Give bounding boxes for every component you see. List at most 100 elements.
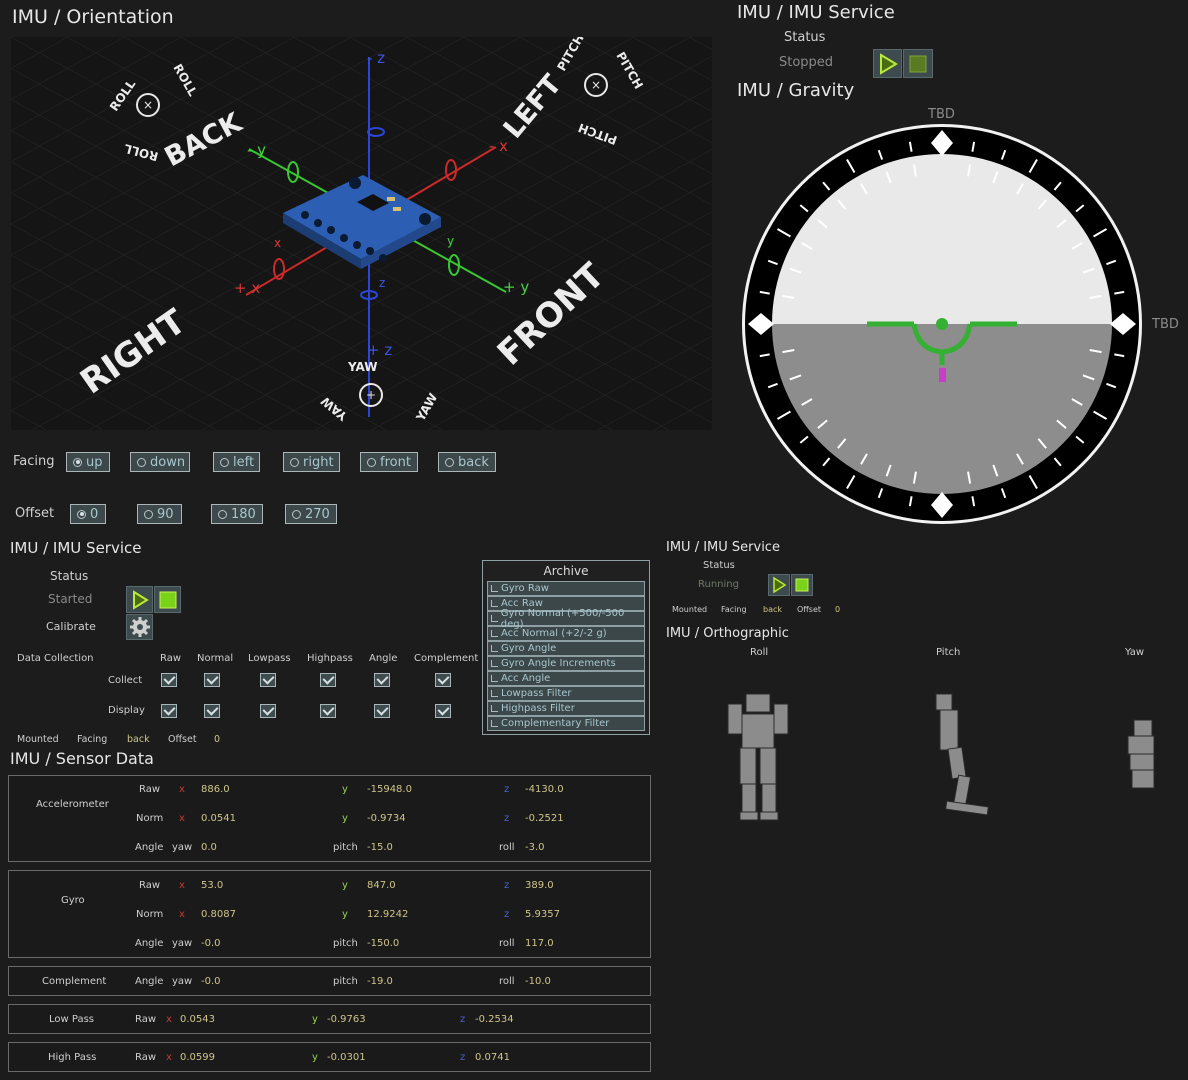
checkbox-icon [491, 720, 498, 727]
neg-y-label: - y [247, 141, 266, 159]
x-letter: x [179, 880, 185, 891]
service-top-start-button[interactable] [873, 49, 902, 78]
display-angle-checkbox[interactable] [374, 704, 390, 718]
service-right-offset-label: Offset [797, 605, 822, 614]
facing-front-radio[interactable]: front [360, 452, 418, 472]
archive-item[interactable]: Gyro Angle Increments [487, 656, 645, 671]
col-raw: Raw [160, 653, 182, 664]
stop-icon [909, 55, 927, 72]
collect-highpass-checkbox[interactable] [320, 673, 336, 687]
ortho-pitch-label: Pitch [936, 647, 961, 658]
acc-angle-yaw: 0.0 [201, 842, 217, 853]
archive-item-label: Acc Normal (+2/-2 g) [501, 628, 607, 639]
lowpass-z: -0.2534 [475, 1014, 514, 1025]
archive-item[interactable]: Gyro Normal (+500/-500 deg) [487, 608, 645, 630]
display-complement-checkbox[interactable] [435, 704, 451, 718]
collect-angle-checkbox[interactable] [374, 673, 390, 687]
lowpass-x: 0.0543 [180, 1014, 215, 1025]
offset-0-radio[interactable]: 0 [70, 504, 106, 524]
acc-norm-z: -0.2521 [525, 813, 564, 824]
collect-raw-checkbox[interactable] [161, 673, 177, 687]
service-right-status-value: Running [698, 579, 739, 590]
radio-dot-icon [445, 457, 454, 467]
gyro-label: Gyro [61, 895, 85, 906]
service-main-title: IMU / IMU Service [10, 539, 142, 557]
data-collection-label: Data Collection [17, 653, 94, 664]
pos-x-label: + x [234, 279, 260, 297]
gyro-norm-z: 5.9357 [525, 909, 560, 920]
acc-norm-label: Norm [136, 813, 164, 824]
display-highpass-checkbox[interactable] [320, 704, 336, 718]
svg-text:×: × [143, 98, 153, 112]
archive-panel: Archive Gyro Raw Acc Raw Gyro Normal (+500… [482, 560, 650, 735]
roll-letter: roll [499, 938, 515, 949]
checkbox-icon [491, 600, 498, 607]
mounted-facing-label: Facing [77, 734, 108, 745]
service-right-start-button[interactable] [768, 574, 790, 596]
display-normal-checkbox[interactable] [204, 704, 220, 718]
facing-down-radio[interactable]: down [130, 452, 190, 472]
robot-roll-view [727, 693, 789, 821]
collect-complement-checkbox[interactable] [435, 673, 451, 687]
col-highpass: Highpass [307, 653, 353, 664]
archive-item-label: Gyro Angle [501, 643, 557, 654]
orientation-view[interactable]: × × + ROLL ROLL ROLL PITCH PITCH PITCH Y… [11, 37, 712, 430]
service-main-stop-button[interactable] [154, 586, 181, 613]
z-small-label: z [379, 276, 385, 290]
service-top-status-label: Status [784, 30, 826, 45]
archive-item-label: Gyro Raw [501, 583, 549, 594]
service-main-status-label: Status [50, 569, 89, 583]
highpass-z: 0.0741 [475, 1052, 510, 1063]
collect-lowpass-checkbox[interactable] [260, 673, 276, 687]
display-raw-checkbox[interactable] [161, 704, 177, 718]
ortho-title: IMU / Orthographic [666, 626, 789, 641]
mounted-offset-value: 0 [214, 734, 221, 745]
neg-z-label: - z [367, 49, 385, 67]
z-letter: z [460, 1014, 466, 1025]
service-main-start-button[interactable] [126, 586, 153, 613]
service-right-stop-button[interactable] [791, 574, 813, 596]
radio-dot-icon [220, 457, 229, 467]
archive-title: Archive [543, 564, 589, 578]
archive-item[interactable]: Gyro Raw [487, 581, 645, 596]
service-right-facing-value: back [763, 605, 783, 614]
facing-back-radio[interactable]: back [438, 452, 496, 472]
highpass-panel: High Pass Raw x 0.0599 y -0.0301 z 0.074… [8, 1042, 651, 1072]
facing-right-radio[interactable]: right [283, 452, 340, 472]
facing-left-radio[interactable]: left [213, 452, 260, 472]
acc-raw-y: -15948.0 [367, 784, 412, 795]
offset-label: Offset [15, 506, 55, 521]
play-icon [773, 576, 787, 594]
radio-dot-icon [144, 509, 153, 519]
acc-raw-z: -4130.0 [525, 784, 564, 795]
pos-z-label: + z [367, 341, 392, 359]
acc-raw-label: Raw [139, 784, 161, 795]
archive-item[interactable]: Gyro Angle [487, 641, 645, 656]
archive-item-label: Gyro Angle Increments [501, 658, 616, 669]
collect-normal-checkbox[interactable] [204, 673, 220, 687]
gyro-raw-x: 53.0 [201, 880, 224, 891]
calibrate-button[interactable] [126, 614, 153, 640]
checkbox-icon [491, 690, 498, 697]
gyro-raw-z: 389.0 [525, 880, 554, 891]
accelerometer-label: Accelerometer [36, 799, 109, 810]
ortho-roll-label: Roll [750, 647, 769, 658]
pitch-letter: pitch [333, 842, 358, 853]
facing-up-radio[interactable]: up [66, 452, 110, 472]
offset-90-radio[interactable]: 90 [137, 504, 182, 524]
archive-item[interactable]: Highpass Filter [487, 701, 645, 716]
archive-item[interactable]: Complementary Filter [487, 716, 645, 731]
offset-180-radio[interactable]: 180 [211, 504, 263, 524]
display-lowpass-checkbox[interactable] [260, 704, 276, 718]
offset-270-radio[interactable]: 270 [285, 504, 337, 524]
archive-item[interactable]: Lowpass Filter [487, 686, 645, 701]
archive-item[interactable]: Acc Angle [487, 671, 645, 686]
gyro-raw-y: 847.0 [367, 880, 396, 891]
checkbox-icon [491, 585, 498, 592]
radio-dot-icon [290, 457, 299, 467]
radio-dot-icon [367, 457, 376, 467]
z-letter: z [504, 909, 510, 920]
service-top-stop-button[interactable] [903, 49, 933, 78]
gyro-angle-yaw: -0.0 [201, 938, 221, 949]
gravity-right-label: TBD [1152, 317, 1179, 332]
